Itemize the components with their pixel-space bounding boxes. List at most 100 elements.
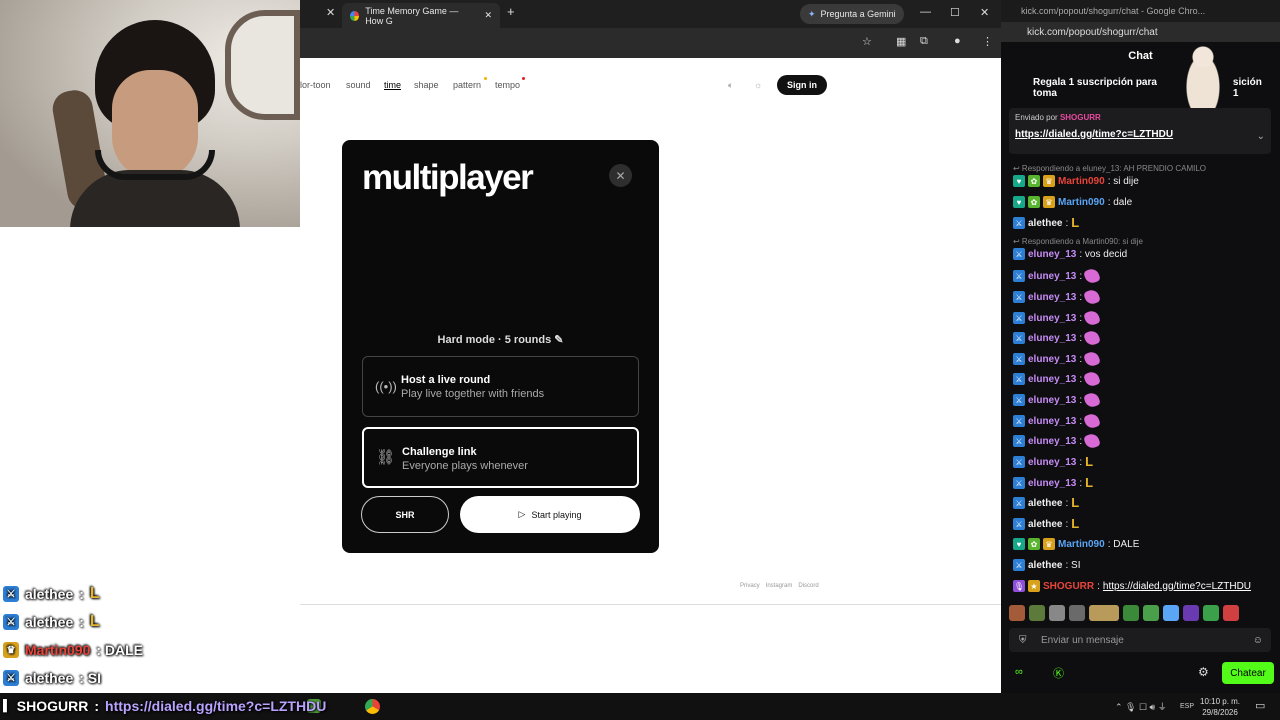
pencil-icon[interactable]: ✎: [554, 334, 563, 346]
emote-icon[interactable]: [1029, 605, 1045, 621]
infinity-icon[interactable]: ∞: [1015, 666, 1023, 678]
gemini-button[interactable]: ✦ Pregunta a Gemini: [800, 4, 904, 24]
browser-toolbar: ☆ ▦ ⧉ ● ⋮: [300, 28, 1001, 58]
system-clock[interactable]: 10:10 p. m. 29/8/2026: [1200, 696, 1240, 718]
maximize-icon[interactable]: ☐: [950, 6, 960, 19]
crown-icon: ♛: [3, 642, 19, 658]
star-icon[interactable]: ☆: [862, 35, 872, 48]
pinned-message[interactable]: Enviado por SHOGURR https://dialed.gg/ti…: [1009, 108, 1271, 154]
nav-item-sound[interactable]: sound: [346, 80, 371, 90]
chrome-icon[interactable]: [365, 699, 380, 714]
close-icon[interactable]: ✕: [609, 164, 632, 187]
tray-icons[interactable]: ⌃ 🎙︎ ☐ 🔊︎ ⏚: [1115, 700, 1167, 713]
extension-icon[interactable]: ▦: [896, 35, 906, 48]
l-emote-icon: L: [89, 613, 100, 630]
profile-icon[interactable]: ●: [954, 35, 961, 47]
nav-item-time[interactable]: time: [384, 80, 401, 90]
chat-url-bar[interactable]: kick.com/popout/shogurr/chat: [1001, 22, 1280, 42]
emote-icon[interactable]: [1009, 605, 1025, 621]
tab-bar: ✕ Time Memory Game — How G ✕ + ✦ Pregunt…: [300, 0, 1001, 28]
puzzle-icon[interactable]: ⧉: [920, 35, 928, 48]
settings-icon[interactable]: ⚙: [1198, 665, 1209, 679]
emote-icon[interactable]: [1143, 605, 1159, 621]
emote-icon[interactable]: [1049, 605, 1065, 621]
overlay-message: ♛ Martin090 : DALE: [3, 639, 143, 661]
sign-in-button[interactable]: Sign in: [777, 75, 827, 95]
minimize-icon[interactable]: —: [920, 6, 931, 18]
chat-message: ⚔ eluney_13:: [1013, 432, 1102, 450]
close-icon[interactable]: ✕: [484, 10, 492, 21]
emote-icon[interactable]: [1223, 605, 1239, 621]
nav-item-tempo[interactable]: tempo: [495, 80, 520, 90]
sword-icon: ⚔: [1013, 217, 1025, 229]
chat-message: 🎙︎ ★ SHOGURR: https://dialed.gg/time?c=LZTH…: [1013, 580, 1252, 592]
chat-message: ⚔ alethee: L: [1013, 515, 1083, 533]
sword-icon: ⚔: [1013, 291, 1025, 303]
chat-message: ⚔ eluney_13:: [1013, 309, 1102, 327]
pink-emote-icon: [1083, 309, 1102, 327]
sword-icon: ⚔: [1013, 456, 1025, 468]
sword-icon: ⚔: [1013, 353, 1025, 365]
close-window-icon[interactable]: ✕: [980, 6, 989, 19]
overlay-message: ▌ SHOGURR : https://dialed.gg/time?c=LZT…: [3, 698, 327, 714]
pink-emote-icon: [1083, 350, 1102, 368]
pink-emote-icon: [1083, 267, 1102, 285]
instagram-link[interactable]: Instagram: [766, 583, 793, 589]
chat-message: ⚔ eluney_13:: [1013, 391, 1102, 409]
l-emote-icon: L: [1071, 495, 1080, 510]
chat-message-input[interactable]: ⛨ Enviar un mensaje ☺: [1009, 628, 1271, 652]
chevron-down-icon[interactable]: ⌄: [1257, 131, 1265, 142]
l-emote-icon: L: [1085, 454, 1094, 469]
chat-message: ⚔ eluney_13:: [1013, 370, 1102, 388]
privacy-link[interactable]: Privacy: [740, 583, 760, 589]
kick-icon[interactable]: Ⓚ: [1053, 665, 1064, 681]
sub-badge-icon: ♥: [1013, 538, 1025, 550]
mode-settings[interactable]: Hard mode · 5 rounds ✎: [342, 333, 659, 346]
volume-icon[interactable]: 🔈︎: [728, 80, 733, 91]
discord-link[interactable]: Discord: [798, 583, 818, 589]
chat-message: ⚔ eluney_13 : vos decid: [1013, 245, 1127, 263]
nav-item-shape[interactable]: shape: [414, 80, 439, 90]
name-button[interactable]: SHR: [361, 496, 449, 533]
chat-message: ⚔ eluney_13:: [1013, 267, 1102, 285]
close-tab-icon[interactable]: ✕: [326, 6, 335, 19]
nav-item-pattern[interactable]: pattern: [453, 80, 481, 90]
emote-icon[interactable]: [1069, 605, 1085, 621]
emote-bar: [1009, 603, 1271, 623]
notification-icon[interactable]: ▭: [1255, 699, 1265, 712]
l-emote-icon: L: [1071, 516, 1080, 531]
gift-badge-icon: ✿: [1028, 175, 1040, 187]
emote-icon[interactable]: [1203, 605, 1219, 621]
emote-icon[interactable]: [1163, 605, 1179, 621]
emoji-icon[interactable]: ☺: [1253, 635, 1263, 646]
chrome-favicon-icon: [350, 10, 360, 21]
pinned-link[interactable]: https://dialed.gg/time?c=LZTHDU: [1015, 129, 1173, 140]
sub-banner[interactable]: Regala 1 suscripción para toma sición 1: [1009, 77, 1269, 99]
mic-icon: ▌: [3, 700, 11, 712]
chat-message: ⚔ alethee : L: [1013, 214, 1083, 232]
sun-icon[interactable]: ☼: [754, 80, 762, 90]
sword-icon: ⚔: [1013, 312, 1025, 324]
new-tab-icon[interactable]: +: [507, 4, 515, 19]
sword-icon: ⚔: [1013, 332, 1025, 344]
emote-icon[interactable]: [1123, 605, 1139, 621]
sub-badge-icon: ♥: [1013, 175, 1025, 187]
chat-message: ⚔ alethee: L: [1013, 494, 1083, 512]
link-icon: ⛓: [376, 449, 396, 466]
emote-icon[interactable]: [1089, 605, 1119, 621]
nav-item-color[interactable]: lor-toon: [300, 80, 331, 90]
sparkle-icon: ✦: [808, 8, 816, 19]
host-live-round-option[interactable]: ((•)) Host a live round Play live togeth…: [362, 356, 639, 417]
chat-message: ♥ ✿ ♛ Martin090 : si dije: [1013, 172, 1139, 190]
webcam-feed: [0, 0, 300, 227]
send-chat-button[interactable]: Chatear: [1222, 662, 1274, 684]
broadcast-icon: ((•)): [375, 379, 397, 394]
game-nav: lor-toon sound time shape pattern tempo …: [300, 75, 1001, 97]
challenge-link-option[interactable]: ⛓ Challenge link Everyone plays whenever: [362, 427, 639, 488]
menu-icon[interactable]: ⋮: [982, 35, 993, 48]
sub-badge-icon: ♥: [1013, 196, 1025, 208]
chat-message: ⚔ eluney_13: L: [1013, 474, 1097, 492]
tab-active[interactable]: Time Memory Game — How G ✕: [342, 3, 500, 28]
emote-icon[interactable]: [1183, 605, 1199, 621]
start-playing-button[interactable]: ▷ Start playing: [460, 496, 640, 533]
